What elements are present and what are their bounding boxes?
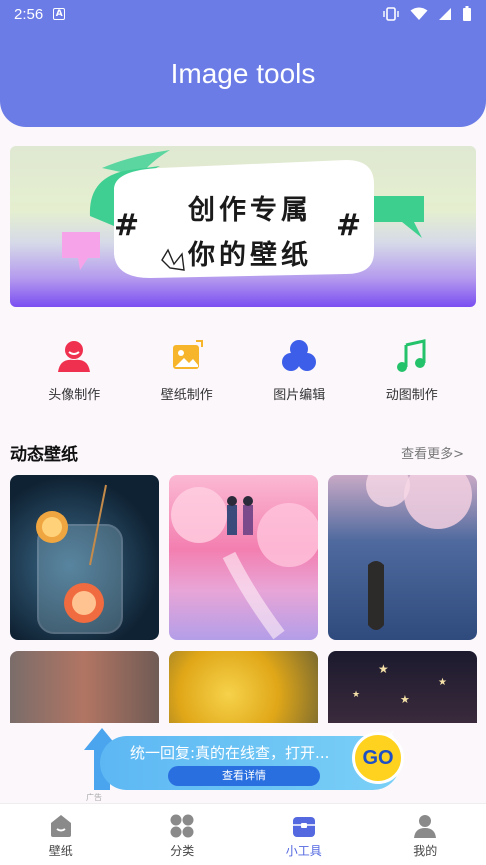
svg-text:★: ★ xyxy=(378,662,389,676)
bottom-nav: 壁纸 分类 小工具 我的 xyxy=(0,803,486,865)
battery-icon xyxy=(463,6,471,21)
wallpaper-icon xyxy=(167,336,207,376)
section-title: 动态壁纸 xyxy=(10,445,78,465)
nav-category-label: 分类 xyxy=(170,844,195,858)
nav-category[interactable]: 分类 xyxy=(122,804,244,865)
nav-wallpaper[interactable]: 壁纸 xyxy=(0,804,122,865)
nav-profile-label: 我的 xyxy=(413,844,438,858)
banner-line-1: 创作专属 xyxy=(188,195,312,226)
tool-wallpaper[interactable]: 壁纸制作 xyxy=(137,336,237,403)
signal-icon xyxy=(439,8,451,20)
ad-go-button[interactable]: GO xyxy=(352,732,404,784)
wallpaper-thumb[interactable] xyxy=(169,651,318,723)
status-bar: 2:56 A xyxy=(0,0,486,28)
tool-avatar-label: 头像制作 xyxy=(48,388,101,403)
ad-details-button[interactable]: 查看详情 xyxy=(168,766,320,786)
promo-banner[interactable]: # # 创作专属 你的壁纸 xyxy=(10,146,476,307)
see-more-link[interactable]: 查看更多> xyxy=(401,443,464,462)
page-title: Image tools xyxy=(170,58,316,89)
tool-gif-label: 动图制作 xyxy=(385,388,438,403)
wallpaper-thumb[interactable] xyxy=(10,475,159,640)
nav-profile[interactable]: 我的 xyxy=(365,804,486,865)
wallpaper-thumb[interactable] xyxy=(10,651,159,723)
nav-wallpaper-label: 壁纸 xyxy=(48,844,73,858)
svg-text:★: ★ xyxy=(400,693,410,706)
vibrate-icon xyxy=(383,7,399,21)
toolbox-icon xyxy=(292,817,315,837)
tool-avatar[interactable]: 头像制作 xyxy=(24,336,124,403)
notification-icon: A xyxy=(53,8,66,20)
floating-ad[interactable]: 统一回复:真的在线查，打开... 查看详情 GO ✕ 广告 xyxy=(82,726,404,802)
wallpaper-thumb[interactable] xyxy=(328,475,477,640)
avatar-icon xyxy=(54,336,94,376)
banner-line-2: 你的壁纸 xyxy=(188,240,312,271)
profile-icon xyxy=(414,815,437,838)
category-icon xyxy=(170,814,194,838)
nav-tools-label: 小工具 xyxy=(285,844,322,858)
ad-tag: 广告 xyxy=(86,793,102,802)
svg-text:★: ★ xyxy=(438,677,447,688)
wallpaper-nav-icon xyxy=(50,815,71,837)
svg-text:★: ★ xyxy=(352,690,360,700)
tool-gif[interactable]: 动图制作 xyxy=(362,336,462,403)
header: 2:56 A Image tools xyxy=(0,0,486,127)
ad-text: 统一回复:真的在线查，打开... xyxy=(130,744,330,762)
tool-edit-label: 图片编辑 xyxy=(273,388,326,403)
wallpaper-thumb[interactable]: ★ ★ ★ ★ xyxy=(328,651,477,723)
wifi-icon xyxy=(410,7,428,20)
status-time: 2:56 xyxy=(14,5,44,23)
tool-edit[interactable]: 图片编辑 xyxy=(249,336,349,403)
ad-close-icon[interactable]: ✕ xyxy=(386,728,395,741)
edit-icon xyxy=(279,336,319,376)
tool-wallpaper-label: 壁纸制作 xyxy=(160,388,213,403)
music-note-icon xyxy=(392,336,432,376)
tool-row: 头像制作 壁纸制作 图片编辑 动图制作 xyxy=(0,336,486,403)
wallpaper-thumb[interactable] xyxy=(169,475,318,640)
banner-text: 创作专属 你的壁纸 xyxy=(120,170,380,272)
nav-tools[interactable]: 小工具 xyxy=(243,804,365,865)
